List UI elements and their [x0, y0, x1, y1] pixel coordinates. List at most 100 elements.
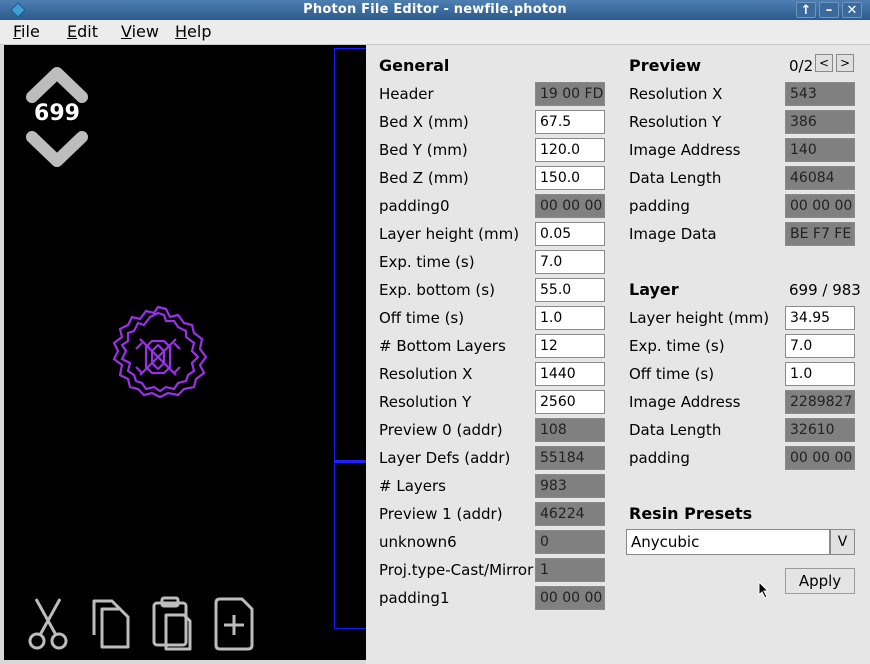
menu-file[interactable]: File: [13, 22, 40, 42]
preview-field: 46084: [785, 166, 855, 190]
menu-label: ile: [21, 22, 40, 41]
menu-edit[interactable]: Edit: [67, 22, 98, 42]
general-label: Header: [379, 85, 434, 103]
general-label: Off time (s): [379, 309, 465, 327]
layer-slice-image: [112, 305, 208, 399]
general-title: General: [379, 56, 450, 75]
chevron-up-icon[interactable]: [26, 67, 88, 103]
general-field: 19 00 FD: [535, 82, 605, 106]
general-field[interactable]: 7.0: [535, 250, 605, 274]
general-label: Resolution X: [379, 365, 473, 383]
layer-label: Data Length: [629, 421, 722, 439]
preview-field: 543: [785, 82, 855, 106]
mouse-cursor-icon: [758, 581, 770, 599]
general-field: 55184: [535, 446, 605, 470]
layer-field: 32610: [785, 418, 855, 442]
general-field[interactable]: 12: [535, 334, 605, 358]
general-field: 983: [535, 474, 605, 498]
layer-navigator: 699: [26, 65, 88, 169]
menu-label: elp: [187, 22, 212, 41]
scissors-icon[interactable]: [26, 595, 70, 651]
general-field: 0: [535, 530, 605, 554]
general-label: # Layers: [379, 477, 446, 495]
menu-label: iew: [131, 22, 159, 41]
menu-mnemonic: V: [121, 22, 132, 41]
title-bar: Photon File Editor - newfile.photon ↑ – …: [0, 0, 870, 20]
layer-scroll-frame: [334, 48, 366, 629]
menu-mnemonic: H: [175, 22, 188, 41]
preview-label: Image Data: [629, 225, 717, 243]
chevron-down-icon[interactable]: [26, 131, 88, 167]
general-label: Resolution Y: [379, 393, 472, 411]
layer-viewer[interactable]: 699: [4, 45, 366, 660]
general-label: Exp. bottom (s): [379, 281, 495, 299]
copy-icon[interactable]: [88, 595, 132, 651]
preview-counter: 0/2: [789, 57, 814, 75]
general-field[interactable]: 120.0: [535, 138, 605, 162]
layer-field: 00 00 00: [785, 446, 855, 470]
layer-label: Off time (s): [629, 365, 715, 383]
general-field: 1: [535, 558, 605, 582]
apply-button[interactable]: Apply: [785, 568, 855, 594]
minimize-button[interactable]: –: [819, 2, 839, 18]
resin-preset-select[interactable]: Anycubic: [626, 529, 830, 555]
preview-field: 140: [785, 138, 855, 162]
general-field[interactable]: 2560: [535, 390, 605, 414]
menu-bar: File Edit View Help: [0, 20, 870, 45]
resin-preset-dropdown-button[interactable]: V: [830, 529, 855, 555]
close-button[interactable]: ✕: [842, 2, 862, 18]
layer-field[interactable]: 1.0: [785, 362, 855, 386]
general-field[interactable]: 55.0: [535, 278, 605, 302]
preview-next-button[interactable]: >: [836, 54, 854, 72]
general-field: 108: [535, 418, 605, 442]
preview-label: padding: [629, 197, 690, 215]
general-field[interactable]: 0.05: [535, 222, 605, 246]
paste-icon[interactable]: [150, 595, 194, 651]
menu-mnemonic: E: [67, 22, 78, 41]
general-field: 00 00 00: [535, 586, 605, 610]
general-label: Bed X (mm): [379, 113, 469, 131]
layer-field[interactable]: 7.0: [785, 334, 855, 358]
preview-label: Resolution Y: [629, 113, 722, 131]
layer-counter: 699 / 983: [789, 281, 861, 299]
preview-field: 00 00 00: [785, 194, 855, 218]
layer-title: Layer: [629, 280, 679, 299]
current-layer-number: 699: [34, 101, 80, 126]
properties-panel: General Header 19 00 FD Bed X (mm) 67.5 Bed …: [366, 45, 870, 664]
general-field[interactable]: 150.0: [535, 166, 605, 190]
layer-field[interactable]: 34.95: [785, 306, 855, 330]
preview-title: Preview: [629, 56, 702, 75]
layer-position-marker[interactable]: [334, 460, 366, 463]
general-label: padding1: [379, 589, 450, 607]
preview-field: BE F7 FE: [785, 222, 855, 246]
general-label: Layer Defs (addr): [379, 449, 511, 467]
menu-view[interactable]: View: [121, 22, 159, 42]
general-label: # Bottom Layers: [379, 337, 506, 355]
general-field[interactable]: 67.5: [535, 110, 605, 134]
preview-prev-button[interactable]: <: [815, 54, 833, 72]
layer-label: Layer height (mm): [629, 309, 770, 327]
menu-label: dit: [77, 22, 98, 41]
layer-label: padding: [629, 449, 690, 467]
layer-field: 2289827: [785, 390, 855, 414]
window-title: Photon File Editor - newfile.photon: [303, 2, 567, 17]
add-file-icon[interactable]: [212, 595, 256, 651]
layer-label: Image Address: [629, 393, 741, 411]
general-label: Layer height (mm): [379, 225, 520, 243]
menu-help[interactable]: Help: [175, 22, 211, 42]
general-label: padding0: [379, 197, 450, 215]
preview-label: Resolution X: [629, 85, 723, 103]
preview-label: Image Address: [629, 141, 741, 159]
preview-field: 386: [785, 110, 855, 134]
general-field[interactable]: 1.0: [535, 306, 605, 330]
resin-presets-title: Resin Presets: [629, 504, 753, 523]
preview-label: Data Length: [629, 169, 722, 187]
layer-label: Exp. time (s): [629, 337, 725, 355]
maximize-button[interactable]: ↑: [796, 2, 816, 18]
general-label: Preview 1 (addr): [379, 505, 503, 523]
general-label: Bed Y (mm): [379, 141, 468, 159]
general-label: Exp. time (s): [379, 253, 475, 271]
general-field[interactable]: 1440: [535, 362, 605, 386]
general-label: Preview 0 (addr): [379, 421, 503, 439]
general-label: unknown6: [379, 533, 457, 551]
